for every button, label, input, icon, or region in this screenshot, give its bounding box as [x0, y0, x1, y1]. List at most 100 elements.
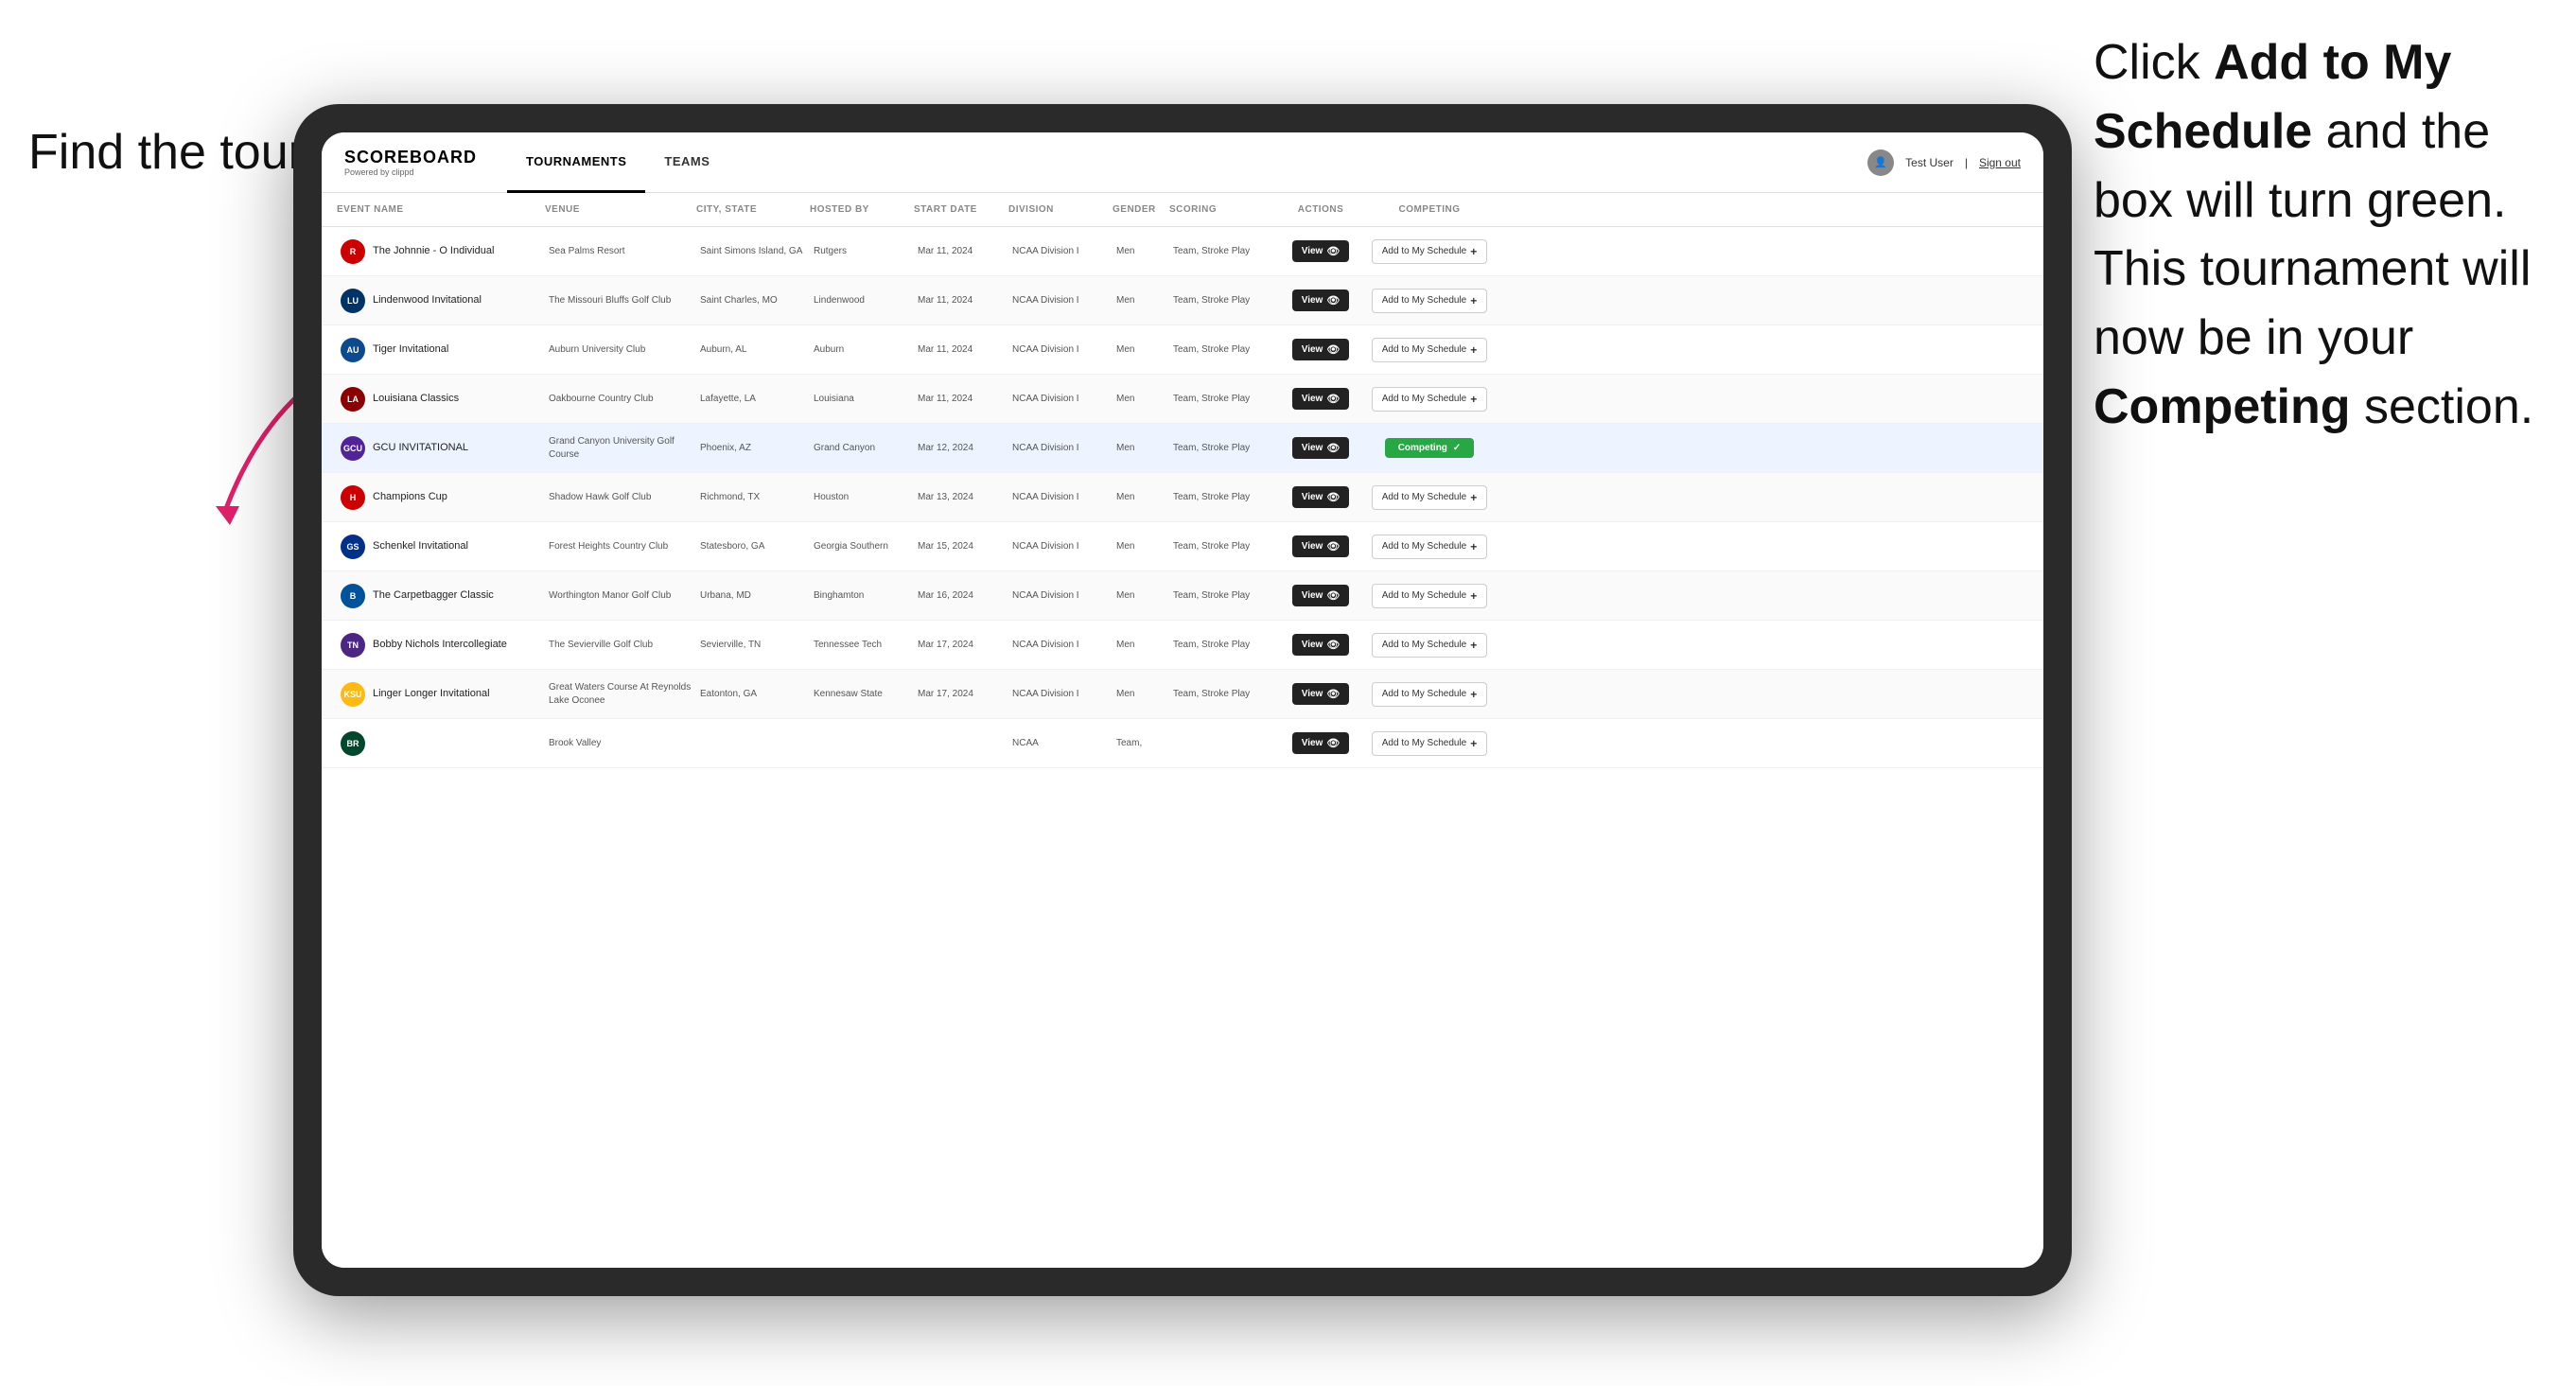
- tab-tournaments[interactable]: TOURNAMENTS: [507, 132, 645, 193]
- team-logo: B: [341, 584, 365, 608]
- add-to-schedule-button[interactable]: Add to My Schedule +: [1372, 682, 1488, 707]
- app-header: SCOREBOARD Powered by clippd TOURNAMENTS…: [322, 132, 2043, 193]
- venue-cell: Oakbourne Country Club: [545, 387, 696, 412]
- table-body: R The Johnnie - O Individual Sea Palms R…: [322, 227, 2043, 768]
- city-state-cell: Richmond, TX: [696, 485, 810, 510]
- add-to-schedule-button[interactable]: Add to My Schedule +: [1372, 338, 1488, 362]
- actions-cell: View 👁: [1273, 284, 1368, 317]
- view-button[interactable]: View 👁: [1292, 339, 1350, 360]
- venue-cell: The Sevierville Golf Club: [545, 633, 696, 658]
- eye-icon: 👁: [1326, 343, 1340, 356]
- add-to-schedule-button[interactable]: Add to My Schedule +: [1372, 633, 1488, 658]
- scoring-cell: Team, Stroke Play: [1169, 436, 1273, 461]
- add-label: Add to My Schedule: [1382, 344, 1467, 355]
- table-row: KSU Linger Longer Invitational Great Wat…: [322, 670, 2043, 719]
- venue-cell: The Missouri Bluffs Golf Club: [545, 289, 696, 313]
- team-logo: BR: [341, 731, 365, 756]
- event-name-cell: LU Lindenwood Invitational: [337, 283, 545, 319]
- start-date-cell: Mar 17, 2024: [914, 633, 1008, 658]
- sign-out-link[interactable]: Sign out: [1979, 156, 2021, 169]
- add-to-schedule-button[interactable]: Add to My Schedule +: [1372, 239, 1488, 264]
- event-name: Tiger Invitational: [373, 342, 448, 356]
- view-button[interactable]: View 👁: [1292, 732, 1350, 754]
- event-name-cell: KSU Linger Longer Invitational: [337, 676, 545, 712]
- view-button[interactable]: View 👁: [1292, 535, 1350, 557]
- city-state-cell: Phoenix, AZ: [696, 436, 810, 461]
- add-to-schedule-button[interactable]: Add to My Schedule +: [1372, 387, 1488, 412]
- hosted-by-cell: [810, 738, 914, 749]
- competing-cell: Add to My Schedule +: [1368, 726, 1491, 762]
- event-name-cell: BR: [337, 726, 545, 762]
- actions-cell: View 👁: [1273, 431, 1368, 465]
- hosted-by-cell: Houston: [810, 485, 914, 510]
- view-button[interactable]: View 👁: [1292, 683, 1350, 705]
- competing-button[interactable]: Competing ✓: [1385, 438, 1475, 458]
- team-logo: GCU: [341, 436, 365, 461]
- division-cell: NCAA Division I: [1008, 584, 1113, 608]
- event-name-cell: AU Tiger Invitational: [337, 332, 545, 368]
- actions-cell: View 👁: [1273, 628, 1368, 661]
- team-logo: AU: [341, 338, 365, 362]
- hosted-by-cell: Kennesaw State: [810, 682, 914, 707]
- plus-icon: +: [1470, 393, 1477, 406]
- start-date-cell: Mar 13, 2024: [914, 485, 1008, 510]
- view-label: View: [1302, 689, 1323, 699]
- view-label: View: [1302, 344, 1323, 355]
- col-event-name: EVENT NAME: [337, 204, 545, 215]
- view-button[interactable]: View 👁: [1292, 437, 1350, 459]
- venue-cell: Brook Valley: [545, 731, 696, 756]
- team-logo: GS: [341, 535, 365, 559]
- check-icon: ✓: [1453, 443, 1461, 453]
- plus-icon: +: [1470, 245, 1477, 258]
- scoring-cell: Team, Stroke Play: [1169, 387, 1273, 412]
- view-button[interactable]: View 👁: [1292, 634, 1350, 656]
- add-to-schedule-button[interactable]: Add to My Schedule +: [1372, 731, 1488, 756]
- view-button[interactable]: View 👁: [1292, 486, 1350, 508]
- division-cell: NCAA: [1008, 731, 1113, 756]
- gender-cell: Men: [1113, 239, 1169, 264]
- view-button[interactable]: View 👁: [1292, 289, 1350, 311]
- actions-cell: View 👁: [1273, 382, 1368, 415]
- gender-cell: Men: [1113, 338, 1169, 362]
- gender-cell: Men: [1113, 535, 1169, 559]
- col-gender: GENDER: [1113, 204, 1169, 215]
- division-cell: NCAA Division I: [1008, 387, 1113, 412]
- event-name-cell: GCU GCU INVITATIONAL: [337, 430, 545, 466]
- venue-cell: Shadow Hawk Golf Club: [545, 485, 696, 510]
- add-to-schedule-button[interactable]: Add to My Schedule +: [1372, 289, 1488, 313]
- view-label: View: [1302, 640, 1323, 650]
- gender-cell: Team,: [1113, 731, 1169, 756]
- view-button[interactable]: View 👁: [1292, 388, 1350, 410]
- view-button[interactable]: View 👁: [1292, 585, 1350, 606]
- competing-cell: Add to My Schedule +: [1368, 332, 1491, 368]
- event-name-cell: H Champions Cup: [337, 480, 545, 516]
- team-logo: H: [341, 485, 365, 510]
- division-cell: NCAA Division I: [1008, 485, 1113, 510]
- team-logo: R: [341, 239, 365, 264]
- col-city-state: CITY, STATE: [696, 204, 810, 215]
- table-row: B The Carpetbagger Classic Worthington M…: [322, 571, 2043, 621]
- table-container: EVENT NAME VENUE CITY, STATE HOSTED BY S…: [322, 193, 2043, 1268]
- add-to-schedule-button[interactable]: Add to My Schedule +: [1372, 485, 1488, 510]
- view-button[interactable]: View 👁: [1292, 240, 1350, 262]
- gender-cell: Men: [1113, 682, 1169, 707]
- venue-cell: Worthington Manor Golf Club: [545, 584, 696, 608]
- actions-cell: View 👁: [1273, 481, 1368, 514]
- add-to-schedule-button[interactable]: Add to My Schedule +: [1372, 584, 1488, 608]
- city-state-cell: [696, 738, 810, 749]
- gender-cell: Men: [1113, 485, 1169, 510]
- eye-icon: 👁: [1326, 737, 1340, 749]
- competing-cell: Competing ✓: [1368, 432, 1491, 464]
- event-name: Louisiana Classics: [373, 392, 459, 405]
- eye-icon: 👁: [1326, 442, 1340, 454]
- actions-cell: View 👁: [1273, 530, 1368, 563]
- tab-teams[interactable]: TEAMS: [645, 132, 728, 193]
- scoring-cell: Team, Stroke Play: [1169, 633, 1273, 658]
- start-date-cell: Mar 17, 2024: [914, 682, 1008, 707]
- competing-cell: Add to My Schedule +: [1368, 283, 1491, 319]
- city-state-cell: Saint Charles, MO: [696, 289, 810, 313]
- table-header: EVENT NAME VENUE CITY, STATE HOSTED BY S…: [322, 193, 2043, 227]
- competing-cell: Add to My Schedule +: [1368, 381, 1491, 417]
- city-state-cell: Sevierville, TN: [696, 633, 810, 658]
- add-to-schedule-button[interactable]: Add to My Schedule +: [1372, 535, 1488, 559]
